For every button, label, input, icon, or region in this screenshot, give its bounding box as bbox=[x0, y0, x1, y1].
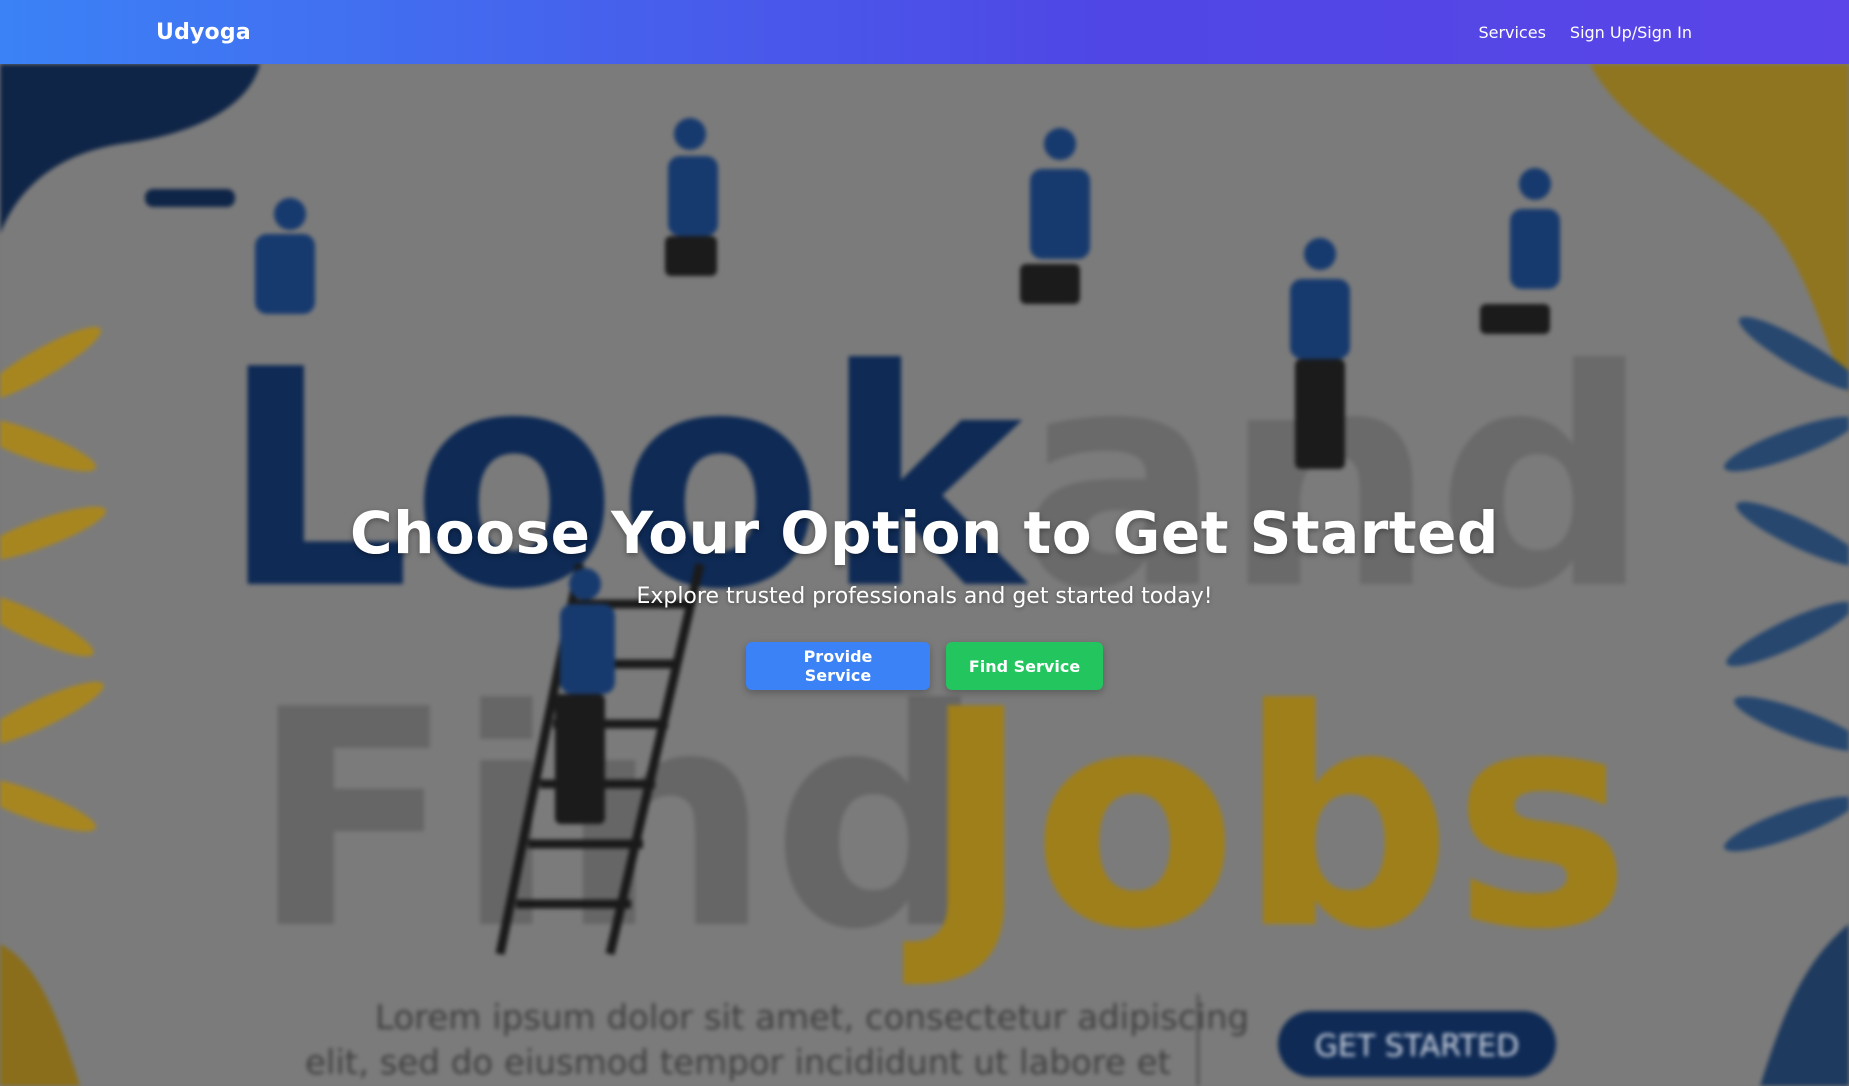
hero-button-group: Provide Service Find Service bbox=[746, 642, 1103, 690]
landing-page: Udyoga Services Sign Up/Sign In Look and… bbox=[0, 0, 1849, 1086]
find-service-button[interactable]: Find Service bbox=[946, 642, 1103, 690]
brand-logo[interactable]: Udyoga bbox=[156, 20, 251, 45]
hero-section: Look and Find Jobs Lorem ipsum dolor sit… bbox=[0, 64, 1849, 1086]
hero-content: Choose Your Option to Get Started Explor… bbox=[0, 64, 1849, 1086]
nav-links: Services Sign Up/Sign In bbox=[1478, 23, 1692, 42]
nav-link-signup-signin[interactable]: Sign Up/Sign In bbox=[1570, 23, 1692, 42]
hero-title: Choose Your Option to Get Started bbox=[350, 499, 1499, 567]
top-navbar: Udyoga Services Sign Up/Sign In bbox=[0, 0, 1849, 64]
nav-link-services[interactable]: Services bbox=[1478, 23, 1545, 42]
hero-subtitle: Explore trusted professionals and get st… bbox=[636, 584, 1213, 609]
provide-service-button[interactable]: Provide Service bbox=[746, 642, 930, 690]
